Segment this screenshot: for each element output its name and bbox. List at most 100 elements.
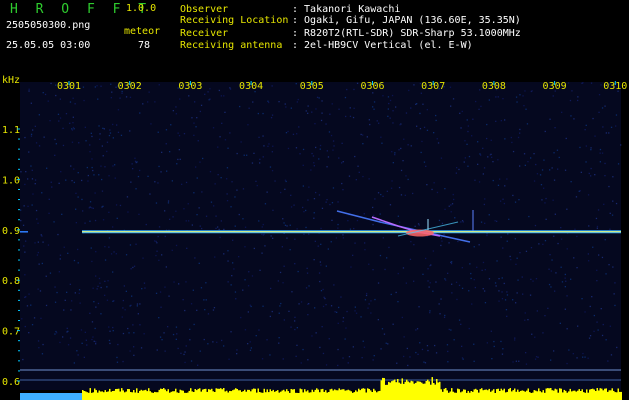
noise-dot <box>60 171 62 173</box>
noise-dot <box>364 249 366 251</box>
noise-dot <box>278 101 280 103</box>
noise-dot <box>30 135 33 137</box>
level-bar <box>265 392 267 400</box>
noise-dot <box>78 292 80 294</box>
noise-dot <box>311 111 313 113</box>
noise-dot <box>519 128 521 131</box>
noise-dot <box>376 120 378 122</box>
noise-dot <box>293 204 295 206</box>
level-bar <box>175 388 177 400</box>
noise-dot <box>564 277 566 279</box>
noise-dot <box>372 92 374 94</box>
noise-dot <box>91 338 93 341</box>
level-bar <box>448 392 450 400</box>
noise-dot <box>21 318 23 320</box>
noise-dot <box>229 87 231 89</box>
noise-dot <box>434 344 436 347</box>
noise-dot <box>584 311 586 313</box>
noise-dot <box>341 162 343 164</box>
noise-dot <box>346 310 348 313</box>
noise-dot <box>383 333 386 335</box>
level-bar <box>86 392 88 400</box>
noise-dot <box>338 157 340 159</box>
noise-dot <box>512 299 514 301</box>
noise-dot <box>204 309 206 311</box>
level-bar <box>356 391 358 400</box>
noise-dot <box>374 298 376 301</box>
level-bar <box>374 390 376 400</box>
noise-dot <box>522 293 524 295</box>
noise-dot <box>85 140 87 142</box>
noise-dot <box>379 254 382 257</box>
noise-dot <box>33 317 36 319</box>
level-bar <box>413 383 415 400</box>
noise-dot <box>284 188 286 190</box>
noise-dot <box>332 187 335 189</box>
level-bar <box>392 380 394 400</box>
noise-dot <box>461 220 464 222</box>
noise-dot <box>352 346 354 348</box>
noise-dot <box>194 257 196 259</box>
level-bar <box>136 388 138 400</box>
noise-dot <box>502 98 504 100</box>
noise-dot <box>321 100 323 102</box>
noise-dot <box>261 358 264 360</box>
noise-dot <box>423 126 426 128</box>
noise-dot <box>608 185 610 188</box>
level-bar <box>229 390 231 400</box>
level-bar <box>478 392 480 400</box>
noise-dot <box>397 215 399 217</box>
level-bar <box>173 391 175 400</box>
noise-dot <box>484 290 486 292</box>
noise-dot <box>64 299 66 301</box>
noise-dot <box>103 128 105 130</box>
level-bar <box>328 392 330 400</box>
noise-dot <box>86 344 88 346</box>
noise-dot <box>325 201 327 203</box>
noise-dot <box>541 169 544 171</box>
noise-dot <box>290 107 292 109</box>
noise-dot <box>602 323 604 326</box>
noise-dot <box>356 219 359 222</box>
noise-dot <box>473 360 475 362</box>
noise-dot <box>604 105 606 107</box>
noise-dot <box>315 332 317 334</box>
noise-dot <box>373 355 375 357</box>
noise-dot <box>158 317 160 319</box>
noise-dot <box>516 292 518 294</box>
noise-dot <box>608 264 610 266</box>
noise-dot <box>416 328 419 330</box>
noise-dot <box>512 194 514 197</box>
level-bar <box>137 392 139 400</box>
level-bar <box>281 390 283 400</box>
noise-dot <box>288 310 290 312</box>
noise-dot <box>548 268 550 270</box>
noise-dot <box>226 167 229 169</box>
noise-dot <box>91 158 93 160</box>
noise-dot <box>272 237 274 239</box>
noise-dot <box>139 112 141 114</box>
level-bar <box>545 388 547 400</box>
noise-dot <box>368 303 370 305</box>
noise-dot <box>35 209 38 212</box>
noise-dot <box>228 358 230 360</box>
noise-dot <box>36 218 38 220</box>
noise-dot <box>447 350 449 353</box>
noise-dot <box>172 216 174 218</box>
noise-dot <box>514 201 517 203</box>
level-bar <box>427 379 429 400</box>
noise-dot <box>323 296 325 298</box>
noise-dot <box>160 306 162 308</box>
level-bar <box>98 390 100 400</box>
noise-dot <box>364 299 367 301</box>
noise-dot <box>616 346 618 349</box>
noise-dot <box>108 246 110 248</box>
noise-dot <box>251 162 254 164</box>
noise-dot <box>74 292 76 294</box>
noise-dot <box>331 202 334 204</box>
noise-dot <box>139 303 141 305</box>
noise-dot <box>427 349 429 352</box>
level-bar <box>416 381 418 400</box>
noise-dot <box>387 343 389 345</box>
noise-dot <box>63 246 65 248</box>
